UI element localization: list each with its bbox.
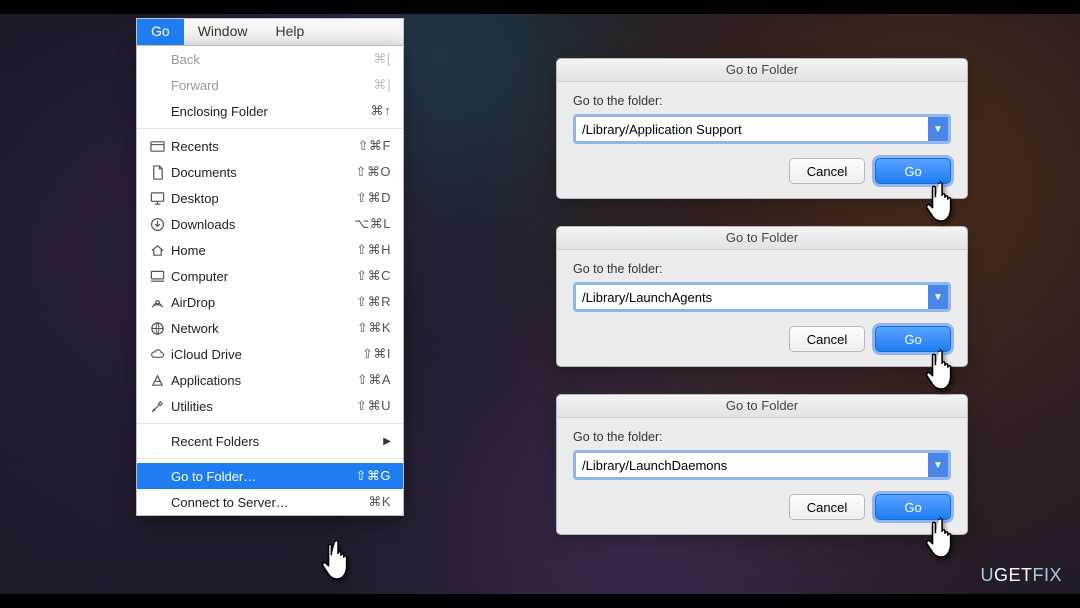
menu-applications[interactable]: Applications⇧⌘A: [137, 367, 403, 393]
folder-path-combo[interactable]: ▼: [573, 282, 951, 312]
menu-recent-folders[interactable]: Recent Folders▶: [137, 428, 403, 454]
go-dropdown: Back⌘[ Forward⌘] Enclosing Folder⌘↑ Rece…: [136, 45, 404, 516]
airdrop-icon: [147, 295, 167, 310]
menubar-help[interactable]: Help: [261, 19, 318, 45]
menubar-go[interactable]: Go: [137, 19, 184, 45]
combo-chevron-icon[interactable]: ▼: [928, 453, 948, 477]
cancel-button[interactable]: Cancel: [789, 158, 865, 184]
go-menu-panel: Go Window Help Back⌘[ Forward⌘] Enclosin…: [136, 18, 404, 516]
go-to-folder-dialog-3: Go to Folder Go to the folder: ▼ Cancel …: [556, 394, 968, 535]
utilities-icon: [147, 399, 167, 414]
menu-home[interactable]: Home⇧⌘H: [137, 237, 403, 263]
menu-go-to-folder[interactable]: Go to Folder…⇧⌘G: [137, 463, 403, 489]
dialog-title: Go to Folder: [557, 395, 967, 418]
cursor-hand-icon: [320, 536, 358, 584]
folder-path-combo[interactable]: ▼: [573, 450, 951, 480]
combo-chevron-icon[interactable]: ▼: [928, 285, 948, 309]
menu-network[interactable]: Network⇧⌘K: [137, 315, 403, 341]
chevron-right-icon: ▶: [383, 436, 391, 447]
folder-path-input[interactable]: [576, 453, 928, 477]
menu-documents[interactable]: Documents⇧⌘O: [137, 159, 403, 185]
go-button[interactable]: Go: [875, 326, 951, 352]
cancel-button[interactable]: Cancel: [789, 326, 865, 352]
documents-icon: [147, 165, 167, 180]
home-icon: [147, 243, 167, 258]
menu-computer[interactable]: Computer⇧⌘C: [137, 263, 403, 289]
downloads-icon: [147, 217, 167, 232]
folder-path-combo[interactable]: ▼: [573, 114, 951, 144]
combo-chevron-icon[interactable]: ▼: [928, 117, 948, 141]
menu-back: Back⌘[: [137, 46, 403, 72]
dialog-title: Go to Folder: [557, 227, 967, 250]
go-to-folder-dialog-2: Go to Folder Go to the folder: ▼ Cancel …: [556, 226, 968, 367]
dialog-title: Go to Folder: [557, 59, 967, 82]
desktop-icon: [147, 191, 167, 206]
menubar-window[interactable]: Window: [184, 19, 262, 45]
menu-desktop[interactable]: Desktop⇧⌘D: [137, 185, 403, 211]
computer-icon: [147, 269, 167, 284]
go-button[interactable]: Go: [875, 494, 951, 520]
menu-airdrop[interactable]: AirDrop⇧⌘R: [137, 289, 403, 315]
menu-icloud[interactable]: iCloud Drive⇧⌘I: [137, 341, 403, 367]
recents-icon: [147, 139, 167, 154]
dialog-field-label: Go to the folder:: [573, 94, 951, 108]
menu-downloads[interactable]: Downloads⌥⌘L: [137, 211, 403, 237]
menu-utilities[interactable]: Utilities⇧⌘U: [137, 393, 403, 419]
menu-connect-to-server[interactable]: Connect to Server…⌘K: [137, 489, 403, 515]
dialog-field-label: Go to the folder:: [573, 262, 951, 276]
icloud-icon: [147, 347, 167, 362]
folder-path-input[interactable]: [576, 285, 928, 309]
menu-forward: Forward⌘]: [137, 72, 403, 98]
menu-recents[interactable]: Recents⇧⌘F: [137, 133, 403, 159]
dialog-field-label: Go to the folder:: [573, 430, 951, 444]
go-to-folder-dialog-1: Go to Folder Go to the folder: ▼ Cancel …: [556, 58, 968, 199]
watermark: UGETFIX: [980, 565, 1062, 586]
cancel-button[interactable]: Cancel: [789, 494, 865, 520]
menu-enclosing-folder[interactable]: Enclosing Folder⌘↑: [137, 98, 403, 124]
go-button[interactable]: Go: [875, 158, 951, 184]
network-icon: [147, 321, 167, 336]
folder-path-input[interactable]: [576, 117, 928, 141]
applications-icon: [147, 373, 167, 388]
menubar: Go Window Help: [136, 18, 404, 45]
